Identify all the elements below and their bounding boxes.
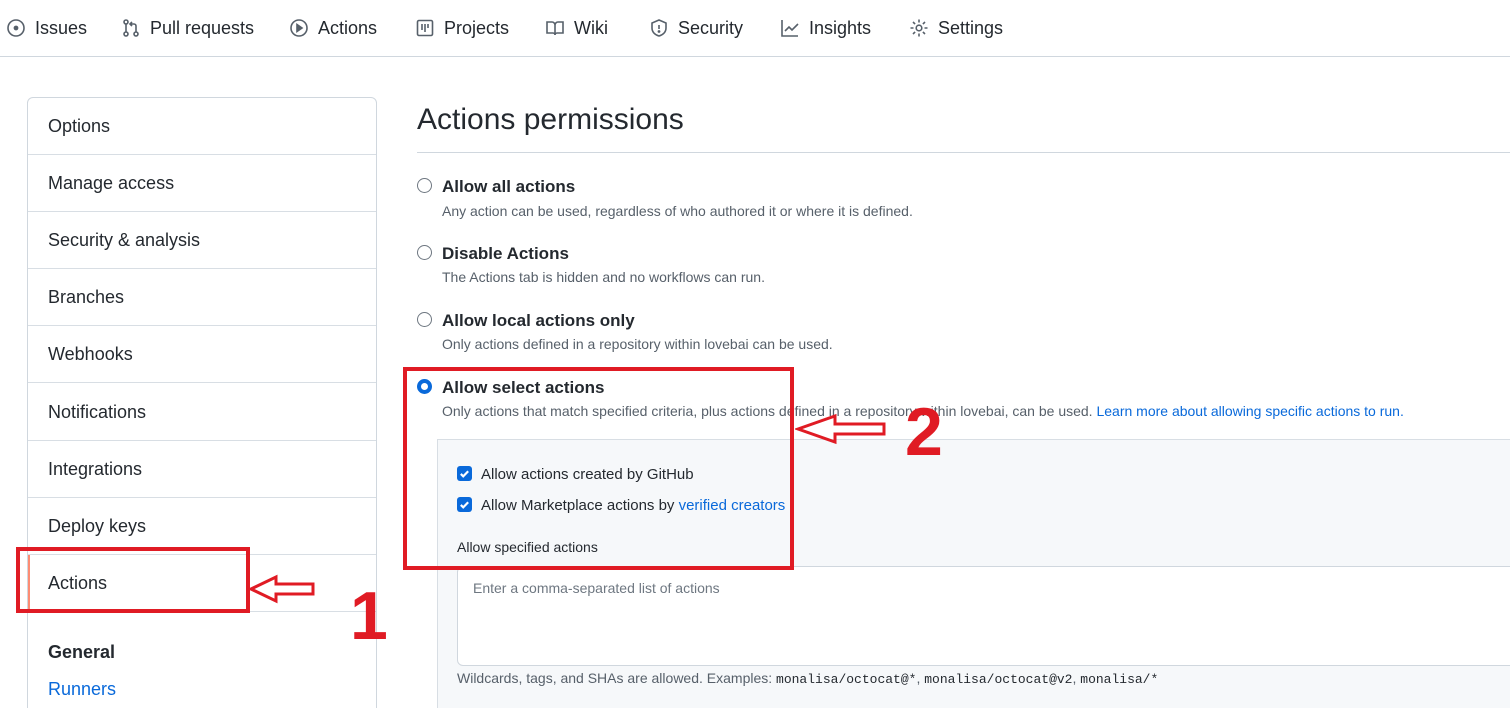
nav-security[interactable]: Security <box>649 14 743 42</box>
graph-icon <box>781 20 799 37</box>
nav-label: Security <box>678 17 744 38</box>
specified-actions-input[interactable] <box>457 566 1510 666</box>
sidebar-item-label: Notifications <box>48 401 147 422</box>
nav-settings[interactable]: Settings <box>909 14 1003 42</box>
shield-icon <box>651 19 667 37</box>
nav-label: Projects <box>444 17 510 38</box>
option-label-disable: Disable Actions <box>442 244 569 263</box>
nav-label: Settings <box>938 17 1004 38</box>
sidebar-item-integrations[interactable]: Integrations <box>28 441 376 498</box>
annotation-arrow-1 <box>248 574 315 604</box>
play-icon <box>290 19 308 37</box>
sidebar-item-manage-access[interactable]: Manage access <box>28 155 376 212</box>
option-label-local-only: Allow local actions only <box>442 311 635 330</box>
page-title: Actions permissions <box>417 103 684 136</box>
sidebar-item-label: Deploy keys <box>48 515 147 536</box>
sidebar-item-label: Manage access <box>48 172 175 193</box>
option-desc-disable: The Actions tab is hidden and no workflo… <box>442 269 765 285</box>
sidebar-item-security-analysis[interactable]: Security & analysis <box>28 212 376 269</box>
git-pull-request-icon <box>123 19 139 37</box>
sidebar-item-label: Security & analysis <box>48 229 201 250</box>
nav-label: Actions <box>318 17 378 38</box>
nav-label: Wiki <box>574 17 608 38</box>
gear-icon <box>910 19 928 37</box>
nav-pull-requests[interactable]: Pull requests <box>121 14 254 42</box>
sidebar-section-heading: General <box>48 642 116 662</box>
actions-hint: Wildcards, tags, and SHAs are allowed. E… <box>457 670 1159 687</box>
sidebar-item-branches[interactable]: Branches <box>28 269 376 326</box>
sidebar-item-notifications[interactable]: Notifications <box>28 384 376 441</box>
learn-more-link[interactable]: Learn more about allowing specific actio… <box>1096 403 1403 419</box>
sidebar-item-label: Webhooks <box>48 343 133 364</box>
nav-projects[interactable]: Projects <box>415 14 509 42</box>
repo-nav: Issues Pull requests Actions Projects Wi… <box>0 0 1510 57</box>
annotation-arrow-2 <box>795 413 886 445</box>
hint-example: monalisa/octocat@v2 <box>924 672 1073 687</box>
annotation-number-2: 2 <box>905 394 943 470</box>
sidebar-item-label: Integrations <box>48 458 143 479</box>
issue-opened-icon <box>7 19 25 37</box>
annotation-box-1 <box>16 547 250 613</box>
sidebar-item-options[interactable]: Options <box>28 98 376 155</box>
annotation-box-2 <box>403 367 794 570</box>
radio-disable[interactable] <box>417 245 432 260</box>
option-label-allow-all: Allow all actions <box>442 177 576 196</box>
sidebar-item-label: Branches <box>48 286 125 307</box>
settings-sidebar: Options Manage access Security & analysi… <box>27 97 377 708</box>
book-icon <box>546 21 564 36</box>
nav-actions[interactable]: Actions <box>289 14 377 42</box>
nav-wiki[interactable]: Wiki <box>545 14 608 42</box>
sidebar-item-label: Options <box>48 115 111 136</box>
title-divider <box>417 152 1510 153</box>
sidebar-link-runners[interactable]: Runners <box>48 679 116 700</box>
annotation-number-1: 1 <box>350 578 388 654</box>
sidebar-item-webhooks[interactable]: Webhooks <box>28 326 376 383</box>
hint-text: Wildcards, tags, and SHAs are allowed. E… <box>457 670 773 686</box>
nav-label: Insights <box>809 17 872 38</box>
table-icon <box>416 19 434 37</box>
nav-label: Pull requests <box>150 17 255 38</box>
nav-insights[interactable]: Insights <box>780 14 871 42</box>
hint-example: monalisa/* <box>1080 672 1159 687</box>
option-desc-allow-all: Any action can be used, regardless of wh… <box>442 203 913 219</box>
radio-local-only[interactable] <box>417 312 432 327</box>
nav-issues[interactable]: Issues <box>6 14 87 42</box>
nav-label: Issues <box>35 17 88 38</box>
radio-allow-all[interactable] <box>417 178 432 193</box>
option-desc-local-only: Only actions defined in a repository wit… <box>442 336 833 352</box>
hint-example: monalisa/octocat@* <box>776 672 917 687</box>
